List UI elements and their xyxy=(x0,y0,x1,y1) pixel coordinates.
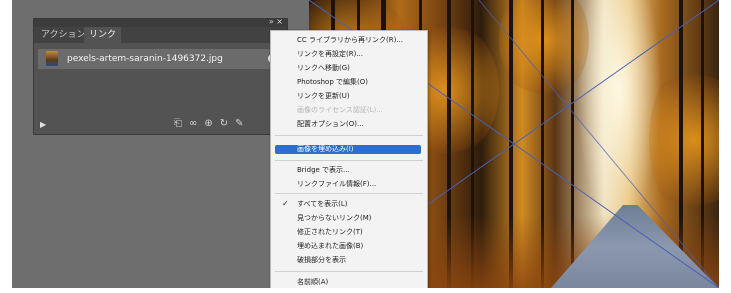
menu-item-relink[interactable]: リンクを再設定(R)... xyxy=(297,49,363,59)
menu-item-embedded-images[interactable]: 埋め込まれた画像(B) xyxy=(297,241,363,251)
menu-item-link-file-info[interactable]: リンクファイル情報(F)... xyxy=(297,179,376,189)
link-thumbnail xyxy=(46,51,58,66)
expand-arrow-icon[interactable]: ▶ xyxy=(40,120,46,129)
menu-item-embed-image[interactable]: 画像を埋め込み(I) xyxy=(275,145,421,154)
menu-item-embed-image-label: 画像を埋め込み(I) xyxy=(297,145,354,153)
context-menu: CC ライブラリから再リンク(R)... リンクを再設定(R)... リンクへ移… xyxy=(270,30,428,288)
menu-item-show-broken[interactable]: 破損部分を表示 xyxy=(297,255,346,265)
canvas-area: » × アクション リンク ≡ pexels-artem-saranin-149… xyxy=(12,0,719,288)
menu-separator xyxy=(275,160,423,161)
menu-item-relink-cc[interactable]: CC ライブラリから再リンク(R)... xyxy=(297,35,403,45)
panel-collapse-close-controls[interactable]: » × xyxy=(269,17,283,26)
tab-links[interactable]: リンク xyxy=(84,27,122,43)
menu-item-modified-links[interactable]: 修正されたリンク(T) xyxy=(297,227,363,237)
link-file-name: pexels-artem-saranin-1496372.jpg xyxy=(67,54,223,64)
menu-item-license-image: 画像のライセンス認証(L)... xyxy=(297,106,383,114)
link-list-item[interactable]: pexels-artem-saranin-1496372.jpg xyxy=(38,49,283,69)
menu-item-update-link[interactable]: リンクを更新(U) xyxy=(297,91,350,101)
menu-item-show-in-bridge[interactable]: Bridge で表示... xyxy=(297,165,350,175)
links-panel: » × アクション リンク ≡ pexels-artem-saranin-149… xyxy=(33,17,288,135)
menu-item-go-to-link[interactable]: リンクへ移動(G) xyxy=(297,63,350,73)
relink-from-cc-icon[interactable]: ⎗ xyxy=(174,118,182,129)
tab-actions[interactable]: アクション xyxy=(36,27,91,43)
menu-item-sort-by-name[interactable]: 名前順(A) xyxy=(297,277,328,287)
menu-separator xyxy=(275,271,423,272)
panel-footer: ▶ ⎗ ∞ ⊕ ↻ ✎ xyxy=(34,116,287,134)
panel-tab-bar: アクション リンク ≡ xyxy=(34,27,287,43)
go-to-link-icon[interactable]: ⊕ xyxy=(204,118,212,129)
menu-item-missing-links[interactable]: 見つからないリンク(M) xyxy=(297,213,372,223)
relink-icon[interactable]: ∞ xyxy=(189,118,197,129)
menu-item-show-all[interactable]: すべてを表示(L) xyxy=(297,199,347,209)
menu-item-placement-options[interactable]: 配置オプション(O)... xyxy=(297,119,364,129)
menu-separator xyxy=(275,135,423,136)
edit-original-icon[interactable]: ✎ xyxy=(235,118,243,129)
checkmark-icon: ✓ xyxy=(282,199,289,208)
update-link-icon[interactable]: ↻ xyxy=(220,118,228,129)
menu-separator xyxy=(275,193,423,194)
menu-item-edit-photoshop[interactable]: Photoshop で編集(O) xyxy=(297,77,368,87)
panel-titlebar[interactable]: » × xyxy=(34,17,287,27)
